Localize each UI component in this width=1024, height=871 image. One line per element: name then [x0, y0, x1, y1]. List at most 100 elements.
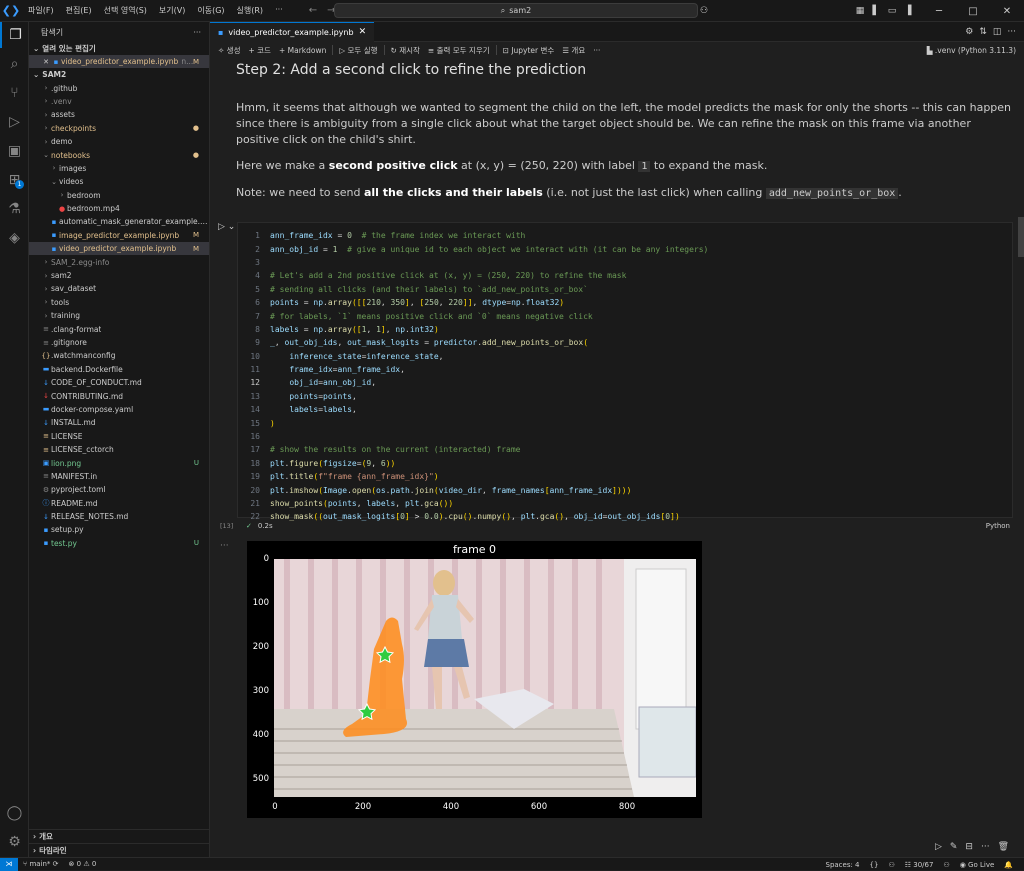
tree-file[interactable]: ≡ LICENSE: [29, 430, 209, 443]
search-icon[interactable]: ⌕: [0, 51, 29, 77]
copilot-icon[interactable]: ⚇: [696, 6, 712, 16]
timeline-section[interactable]: › 타임라인: [29, 843, 209, 856]
tree-folder[interactable]: › sam2: [29, 269, 209, 282]
tree-folder[interactable]: › bedroom: [29, 189, 209, 202]
tree-file[interactable]: ▪ image_predictor_example.ipynb M: [29, 229, 209, 242]
restart-button[interactable]: ↻ 재시작: [389, 45, 422, 56]
generate-button[interactable]: ✧ 생성: [216, 45, 242, 56]
explorer-icon[interactable]: ❐: [0, 22, 29, 48]
tree-file[interactable]: ▪ setup.py: [29, 523, 209, 536]
menu-item[interactable]: 선택 영역(S): [98, 5, 153, 16]
database-icon[interactable]: ◈: [0, 225, 29, 251]
tree-folder[interactable]: ⌄ videos: [29, 175, 209, 188]
close-tab-icon[interactable]: ✕: [359, 27, 367, 37]
tree-file[interactable]: ↓ CONTRIBUTING.md: [29, 389, 209, 402]
outline-section[interactable]: › 개요: [29, 829, 209, 842]
jupyter-variables-button[interactable]: ⊡ Jupyter 변수: [501, 45, 557, 56]
split-cell-icon[interactable]: ⊟: [965, 842, 973, 852]
braces-icon[interactable]: {}: [865, 861, 884, 869]
command-center-search[interactable]: ⌕ sam2: [334, 3, 698, 18]
kernel-picker[interactable]: ▙ .venv (Python 3.11.3): [927, 42, 1016, 58]
tree-file[interactable]: ↓ INSTALL.md: [29, 416, 209, 429]
split-editor-icon[interactable]: ◫: [993, 27, 1002, 37]
run-all-button[interactable]: ▷ 모두 실행: [337, 45, 379, 56]
toggle-panel-icon[interactable]: ▭: [884, 6, 900, 16]
tree-folder[interactable]: › checkpoints ●: [29, 122, 209, 135]
testing-icon[interactable]: ⚗: [0, 196, 29, 222]
tab-video-predictor[interactable]: ▪ video_predictor_example.ipynb ✕: [210, 21, 375, 42]
layout-icon[interactable]: ▦: [852, 6, 868, 16]
clear-outputs-button[interactable]: ≡ 출력 모두 지우기: [426, 45, 492, 56]
code-line[interactable]: 21 show_points(points, labels, plt.gca()): [238, 497, 1014, 510]
code-line[interactable]: 15): [238, 416, 1014, 429]
problems-indicator[interactable]: ⊗ 0 ⚠ 0: [64, 860, 102, 868]
tree-folder[interactable]: › training: [29, 309, 209, 322]
remote-explorer-icon[interactable]: ▣: [0, 138, 29, 164]
run-debug-icon[interactable]: ▷: [0, 109, 29, 135]
extensions-icon[interactable]: ⊞ 1: [0, 167, 29, 193]
maximize-button[interactable]: □: [956, 6, 990, 17]
tree-file[interactable]: ⓘ README.md: [29, 497, 209, 510]
close-icon[interactable]: ✕: [41, 58, 51, 66]
toggle-secondary-sidebar-icon[interactable]: ▐: [900, 6, 916, 16]
copilot-status-icon[interactable]: ⚇: [883, 861, 899, 869]
code-line[interactable]: 9 _, out_obj_ids, out_mask_logits = predi…: [238, 336, 1014, 349]
tree-file[interactable]: ≡ LICENSE_cctorch: [29, 443, 209, 456]
code-line[interactable]: 5 # sending all clicks (and their labels)…: [238, 283, 1014, 296]
edit-icon[interactable]: ✎: [950, 842, 958, 852]
add-markdown-button[interactable]: + Markdown: [277, 46, 328, 55]
tree-file[interactable]: ● bedroom.mp4: [29, 202, 209, 215]
project-section[interactable]: ⌄ SAM2: [29, 68, 209, 81]
tree-file[interactable]: ▪ automatic_mask_generator_example.ipynb: [29, 215, 209, 228]
code-editor[interactable]: 1 ann_frame_idx = 0 # the frame index we …: [238, 229, 1014, 524]
tree-folder[interactable]: › SAM_2.egg-info: [29, 255, 209, 268]
tree-file[interactable]: ≡ MANIFEST.in: [29, 470, 209, 483]
more-actions-button[interactable]: ···: [591, 46, 602, 55]
tree-folder[interactable]: › .github: [29, 81, 209, 94]
code-line[interactable]: 17 # show the results on the current (int…: [238, 443, 1014, 456]
code-line[interactable]: 2 ann_obj_id = 1 # give a unique id to ea…: [238, 242, 1014, 255]
code-line[interactable]: 20 plt.imshow(Image.open(os.path.join(vid…: [238, 483, 1014, 496]
menu-item[interactable]: 편집(E): [60, 5, 98, 16]
more-actions-icon[interactable]: ···: [1007, 27, 1016, 37]
tree-file[interactable]: ↓ CODE_OF_CONDUCT.md: [29, 376, 209, 389]
add-code-button[interactable]: + 코드: [246, 45, 272, 56]
code-line[interactable]: 18 plt.figure(figsize=(9, 6)): [238, 457, 1014, 470]
tree-folder[interactable]: › sav_dataset: [29, 282, 209, 295]
menu-item[interactable]: 보기(V): [153, 5, 191, 16]
code-line[interactable]: 10 inference_state=inference_state,: [238, 350, 1014, 363]
code-line[interactable]: 13 points=points,: [238, 390, 1014, 403]
output-actions-icon[interactable]: ···: [220, 541, 229, 551]
account-icon[interactable]: ◯: [0, 800, 29, 826]
tree-file[interactable]: ▣ lion.png U: [29, 456, 209, 469]
open-editor-item[interactable]: ✕ ▪ video_predictor_example.ipynb n... M: [29, 55, 209, 69]
tree-file[interactable]: ▪ test.py U: [29, 537, 209, 550]
gear-icon[interactable]: ⚙: [965, 27, 973, 37]
remote-icon[interactable]: ⋊: [0, 857, 18, 871]
branch-indicator[interactable]: ⑂ main* ⟳: [18, 860, 64, 868]
open-editors-section[interactable]: ⌄ 열려 있는 편집기: [29, 42, 209, 55]
code-line[interactable]: 3: [238, 256, 1014, 269]
code-cell[interactable]: 1 ann_frame_idx = 0 # the frame index we …: [220, 222, 1013, 530]
menu-item[interactable]: ···: [269, 5, 289, 16]
menu-item[interactable]: 이동(G): [191, 5, 230, 16]
copilot-icon[interactable]: ⚇: [938, 861, 954, 869]
code-line[interactable]: 16: [238, 430, 1014, 443]
tree-folder[interactable]: › assets: [29, 108, 209, 121]
code-line[interactable]: 1 ann_frame_idx = 0 # the frame index we …: [238, 229, 1014, 242]
minimize-button[interactable]: ─: [922, 6, 956, 17]
cell-language[interactable]: Python: [986, 522, 1010, 530]
more-icon[interactable]: ···: [981, 842, 990, 852]
menu-item[interactable]: 파일(F): [22, 5, 60, 16]
editor-scrollbar[interactable]: [1018, 217, 1024, 257]
tree-file[interactable]: ≡ .clang-format: [29, 322, 209, 335]
menu-item[interactable]: 실행(R): [231, 5, 270, 16]
tree-folder[interactable]: › demo: [29, 135, 209, 148]
cell-count-indicator[interactable]: ☷ 30/67: [900, 861, 939, 869]
tree-folder[interactable]: › tools: [29, 296, 209, 309]
code-line[interactable]: 19 plt.title(f"frame {ann_frame_idx}"): [238, 470, 1014, 483]
code-line[interactable]: 6 points = np.array([[210, 350], [250, 22…: [238, 296, 1014, 309]
code-line[interactable]: 11 frame_idx=ann_frame_idx,: [238, 363, 1014, 376]
tree-file[interactable]: ↓ RELEASE_NOTES.md: [29, 510, 209, 523]
code-line[interactable]: 7 # for labels, `1` means positive click …: [238, 309, 1014, 322]
